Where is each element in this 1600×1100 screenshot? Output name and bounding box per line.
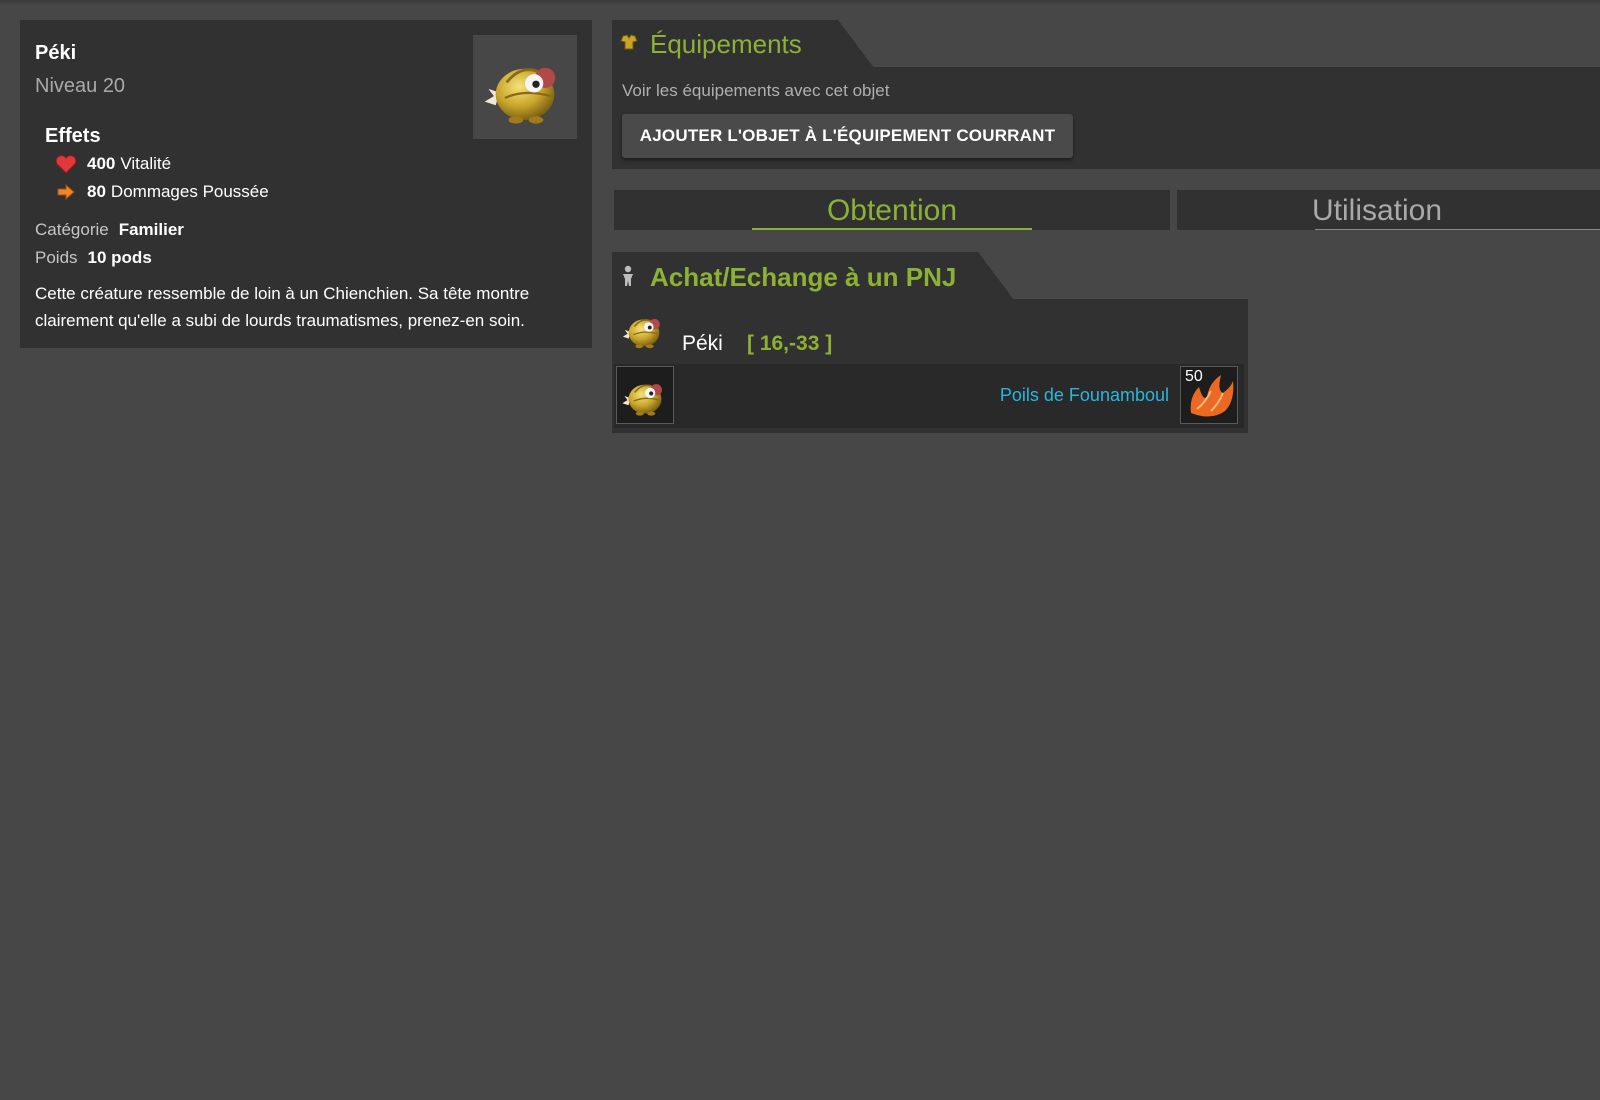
item-slot-peki bbox=[616, 366, 674, 424]
active-tab-underline bbox=[752, 228, 1032, 230]
equipements-panel: Voir les équipements avec cet objet AJOU… bbox=[612, 67, 1600, 169]
effect-value: 400 bbox=[87, 154, 116, 173]
add-to-equipment-button[interactable]: AJOUTER L'OBJET À L'ÉQUIPEMENT COURRANT bbox=[622, 114, 1073, 158]
item-level: Niveau 20 bbox=[35, 75, 126, 97]
pnj-panel: Péki [ 16,-33 ] Poils de Founamboul 50 bbox=[612, 299, 1248, 433]
weight-row: Poids 10 pods bbox=[35, 248, 152, 268]
category-label: Catégorie bbox=[35, 220, 109, 239]
effect-label: Dommages Poussée bbox=[110, 182, 269, 201]
pnj-title: Achat/Echange à un PNJ bbox=[650, 262, 957, 292]
item-name: Péki bbox=[35, 42, 77, 64]
item-card: Péki Niveau 20 Effets 400 Vitalité 80 Do… bbox=[20, 20, 592, 348]
trade-quantity: 50 bbox=[1185, 368, 1203, 385]
trade-item-link[interactable]: Poils de Founamboul bbox=[1000, 385, 1169, 406]
equipements-subtitle: Voir les équipements avec cet objet bbox=[622, 81, 890, 100]
item-slot-poils[interactable]: 50 bbox=[1180, 366, 1238, 424]
item-description: Cette créature ressemble de loin à un Ch… bbox=[35, 284, 530, 330]
category-value: Familier bbox=[118, 220, 184, 239]
effect-row-vitalite: 400 Vitalité bbox=[55, 152, 171, 176]
effects-title: Effets bbox=[45, 125, 101, 147]
peki-icon bbox=[622, 318, 661, 349]
tab-utilisation-label: Utilisation bbox=[1312, 194, 1443, 227]
top-shadow bbox=[0, 0, 1600, 6]
pnj-header: Achat/Echange à un PNJ bbox=[612, 252, 1014, 300]
peki-icon bbox=[483, 66, 557, 125]
tab-underline bbox=[1315, 229, 1600, 230]
trade-row: Poils de Founamboul 50 bbox=[614, 364, 1244, 428]
tab-utilisation[interactable]: Utilisation bbox=[1177, 190, 1600, 230]
category-row: Catégorie Familier bbox=[35, 220, 184, 240]
equipements-title: Équipements bbox=[650, 29, 802, 59]
tab-obtention-label: Obtention bbox=[826, 194, 958, 227]
heart-icon bbox=[55, 154, 77, 174]
person-icon bbox=[621, 265, 635, 292]
npc-name: Péki bbox=[682, 332, 723, 355]
weight-label: Poids bbox=[35, 248, 78, 267]
arrow-right-icon bbox=[55, 182, 77, 202]
item-image bbox=[473, 35, 577, 139]
equipements-header: Équipements bbox=[612, 20, 874, 68]
effect-row-dommages-poussee: 80 Dommages Poussée bbox=[55, 180, 269, 204]
tab-obtention[interactable]: Obtention bbox=[614, 190, 1170, 230]
effect-label: Vitalité bbox=[120, 154, 172, 173]
equipment-icon bbox=[620, 34, 638, 55]
effect-value: 80 bbox=[87, 182, 106, 201]
npc-coordinates: [ 16,-33 ] bbox=[747, 332, 833, 355]
weight-value: 10 pods bbox=[87, 248, 152, 267]
peki-icon bbox=[621, 383, 663, 417]
